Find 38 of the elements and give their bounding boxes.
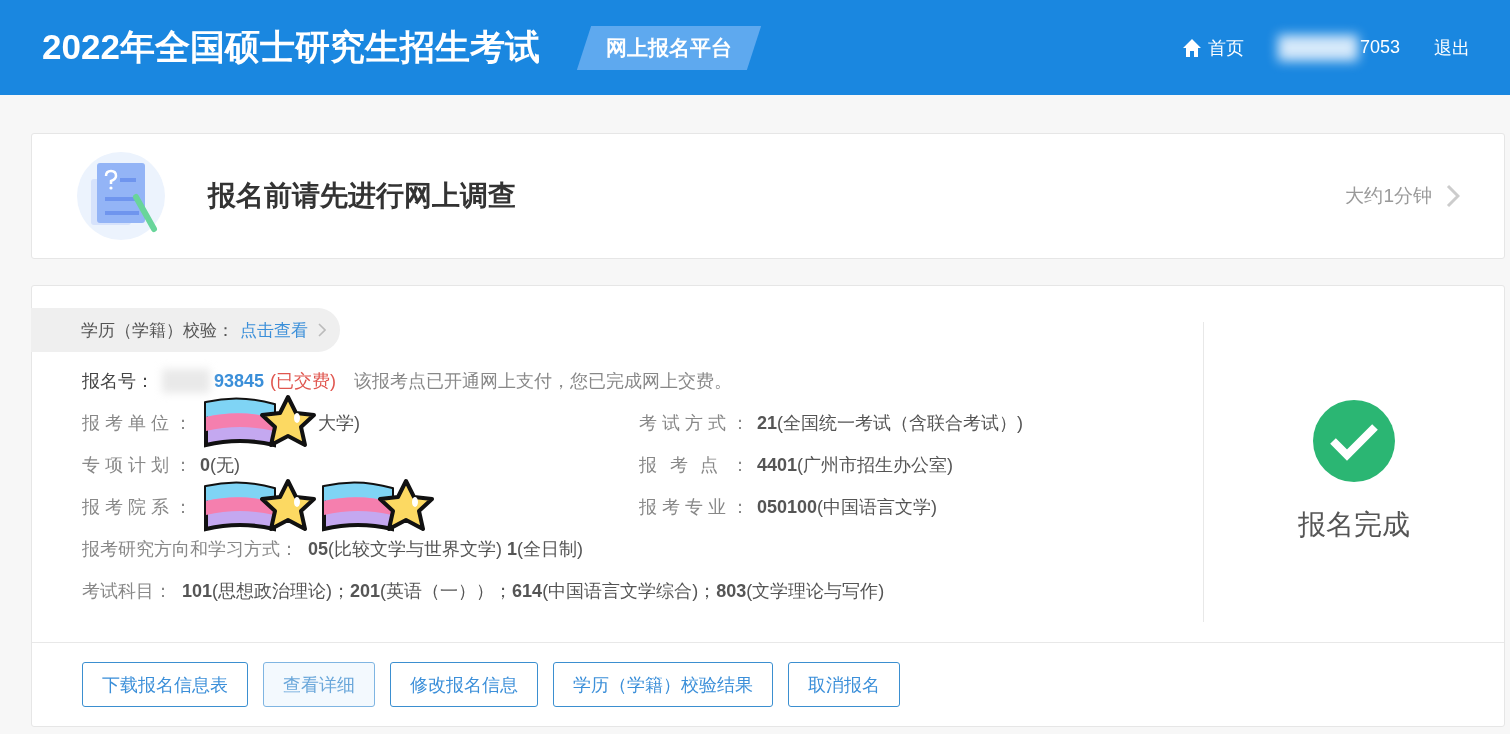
field-value: 05(比较文学与世界文学) 1(全日制) <box>308 538 584 561</box>
field-label: 考试方式： <box>639 412 749 435</box>
logout-link[interactable]: 退出 <box>1434 35 1470 60</box>
field-label: 报考专业： <box>639 496 749 519</box>
duration-text: 大约1分钟 <box>1345 184 1432 208</box>
action-button[interactable]: 查看详细 <box>263 662 375 707</box>
status-text: 报名完成 <box>1298 508 1410 542</box>
survey-document-icon <box>76 151 166 241</box>
field-value: 101(思想政治理论)；201(英语（一））；614(中国语言文学综合)；803(文学理论与写作) <box>182 580 885 603</box>
survey-title: 报名前请先进行网上调查 <box>208 179 516 213</box>
field-label: 报考点： <box>639 454 749 477</box>
username[interactable]: 7053 <box>1359 37 1400 58</box>
site-title: 2022年全国硕士研究生招生考试 <box>42 26 540 68</box>
chevron-right-icon[interactable] <box>1446 184 1460 208</box>
home-icon <box>1181 37 1202 58</box>
registration-number: 93845 <box>214 370 265 392</box>
field-value: 0(无) <box>200 455 240 475</box>
field-label: 专项计划： <box>82 454 192 477</box>
field-value: 050100(中国语言文学) <box>757 497 938 517</box>
field-label: 报考研究方向和学习方式： <box>82 538 298 561</box>
home-link[interactable]: 首页 <box>1207 35 1244 60</box>
payment-note: 该报考点已开通网上支付，您已完成网上交费。 <box>354 370 733 393</box>
payment-status: (已交费) <box>270 370 337 393</box>
chevron-right-icon <box>318 323 326 337</box>
action-button[interactable]: 学历（学籍）校验结果 <box>553 662 773 707</box>
verify-label: 学历（学籍）校验： <box>81 319 234 342</box>
field-value: 4401(广州市招生办公室) <box>757 455 954 475</box>
view-link[interactable]: 点击查看 <box>240 318 308 342</box>
field-value: 21(全国统一考试（含联合考试）) <box>757 413 1024 433</box>
field-label: 报考单位： <box>82 412 192 435</box>
action-button[interactable]: 取消报名 <box>788 662 900 707</box>
action-button[interactable]: 修改报名信息 <box>390 662 538 707</box>
action-button[interactable]: 下载报名信息表 <box>82 662 248 707</box>
platform-badge: 网上报名平台 <box>576 25 761 70</box>
field-label: 报名号： <box>82 370 154 393</box>
field-value: 大学) <box>318 413 360 433</box>
field-label: 考试科目： <box>82 580 172 603</box>
field-label: 报考院系： <box>82 496 192 519</box>
